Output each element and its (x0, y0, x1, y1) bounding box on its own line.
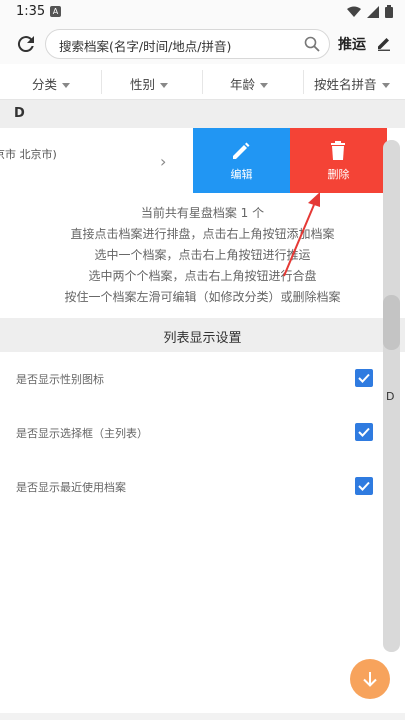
refresh-icon[interactable] (14, 32, 38, 56)
filter-category-label: 分类 (32, 77, 58, 92)
filter-age-label: 年龄 (230, 77, 256, 92)
info-line: 当前共有星盘档案 1 个 (140, 206, 265, 220)
dropdown-triangle-icon (260, 83, 269, 88)
info-text: 当前共有星盘档案 1 个 直接点击档案进行排盘，点击右上角按钮添加档案 选中一个… (0, 203, 405, 308)
settings-header: 列表显示设置 (0, 318, 405, 352)
annotation-arrow-icon (283, 192, 320, 277)
settings-title: 列表显示设置 (163, 331, 242, 346)
filter-category[interactable]: 分类 (32, 74, 71, 93)
navigation-bar (0, 713, 405, 720)
trash-icon (331, 141, 345, 160)
filter-sort[interactable]: 按姓名拼音 (314, 74, 390, 93)
info-line: 选中一个档案，点击右上角按钮进行推运 (94, 248, 311, 262)
section-header: D (0, 100, 405, 128)
pencil-icon (233, 142, 250, 159)
check-icon (358, 427, 370, 437)
dropdown-triangle-icon (381, 83, 390, 88)
pencil-icon[interactable] (376, 35, 392, 51)
tuiyun-button[interactable]: 推运 (338, 34, 366, 54)
filter-gender-label: 性别 (130, 77, 156, 92)
system-icons (347, 5, 393, 18)
status-bar: 1:35 A (0, 0, 405, 24)
delete-label: 删除 (327, 168, 350, 181)
setting-show-checkbox[interactable]: 是否显示选择框（主列表） (0, 413, 380, 453)
info-line: 按住一个档案左滑可编辑（如修改分类）或删除档案 (64, 290, 341, 304)
check-icon (358, 481, 370, 491)
app-notification-icon: A (50, 6, 61, 17)
checkbox[interactable] (355, 423, 373, 441)
divider (202, 70, 203, 94)
setting-show-gender-icon[interactable]: 是否显示性别图标 (0, 359, 380, 399)
scroll-down-button[interactable] (350, 659, 390, 699)
chevron-right-icon: › (160, 152, 167, 171)
filter-age[interactable]: 年龄 (230, 74, 269, 93)
status-time: 1:35 (16, 4, 46, 19)
list-item-place: 京市 北京市) (0, 148, 57, 161)
setting-label: 是否显示性别图标 (16, 373, 104, 386)
search-input[interactable]: 搜索档案(名字/时间/地点/拼音) (45, 29, 330, 59)
setting-label: 是否显示选择框（主列表） (16, 427, 148, 440)
setting-show-recent[interactable]: 是否显示最近使用档案 (0, 467, 380, 507)
dropdown-triangle-icon (160, 83, 169, 88)
dropdown-triangle-icon (62, 83, 71, 88)
filter-sort-label: 按姓名拼音 (314, 77, 377, 92)
scrollbar-thumb[interactable] (383, 295, 400, 350)
divider (303, 70, 304, 94)
search-placeholder: 搜索档案(名字/时间/地点/拼音) (59, 39, 232, 54)
filter-bar: 分类 性别 年龄 按姓名拼音 (0, 64, 405, 100)
divider (101, 70, 102, 94)
search-icon[interactable] (304, 36, 320, 52)
signal-icon (367, 5, 379, 18)
delete-button[interactable]: 删除 (290, 128, 387, 193)
arrow-down-icon (363, 672, 377, 687)
section-letter: D (14, 106, 25, 121)
side-index-letter[interactable]: D (386, 390, 394, 403)
wifi-icon (347, 6, 361, 17)
edit-button[interactable]: 编辑 (193, 128, 290, 193)
info-line: 选中两个个档案，点击右上角按钮进行合盘 (88, 269, 317, 283)
info-line: 直接点击档案进行排盘，点击右上角按钮添加档案 (70, 227, 335, 241)
toolbar: 搜索档案(名字/时间/地点/拼音) 推运 (0, 24, 405, 64)
battery-icon (385, 5, 393, 18)
checkbox[interactable] (355, 477, 373, 495)
edit-label: 编辑 (230, 168, 253, 181)
filter-gender[interactable]: 性别 (130, 74, 169, 93)
setting-label: 是否显示最近使用档案 (16, 481, 126, 494)
check-icon (358, 373, 370, 383)
checkbox[interactable] (355, 369, 373, 387)
